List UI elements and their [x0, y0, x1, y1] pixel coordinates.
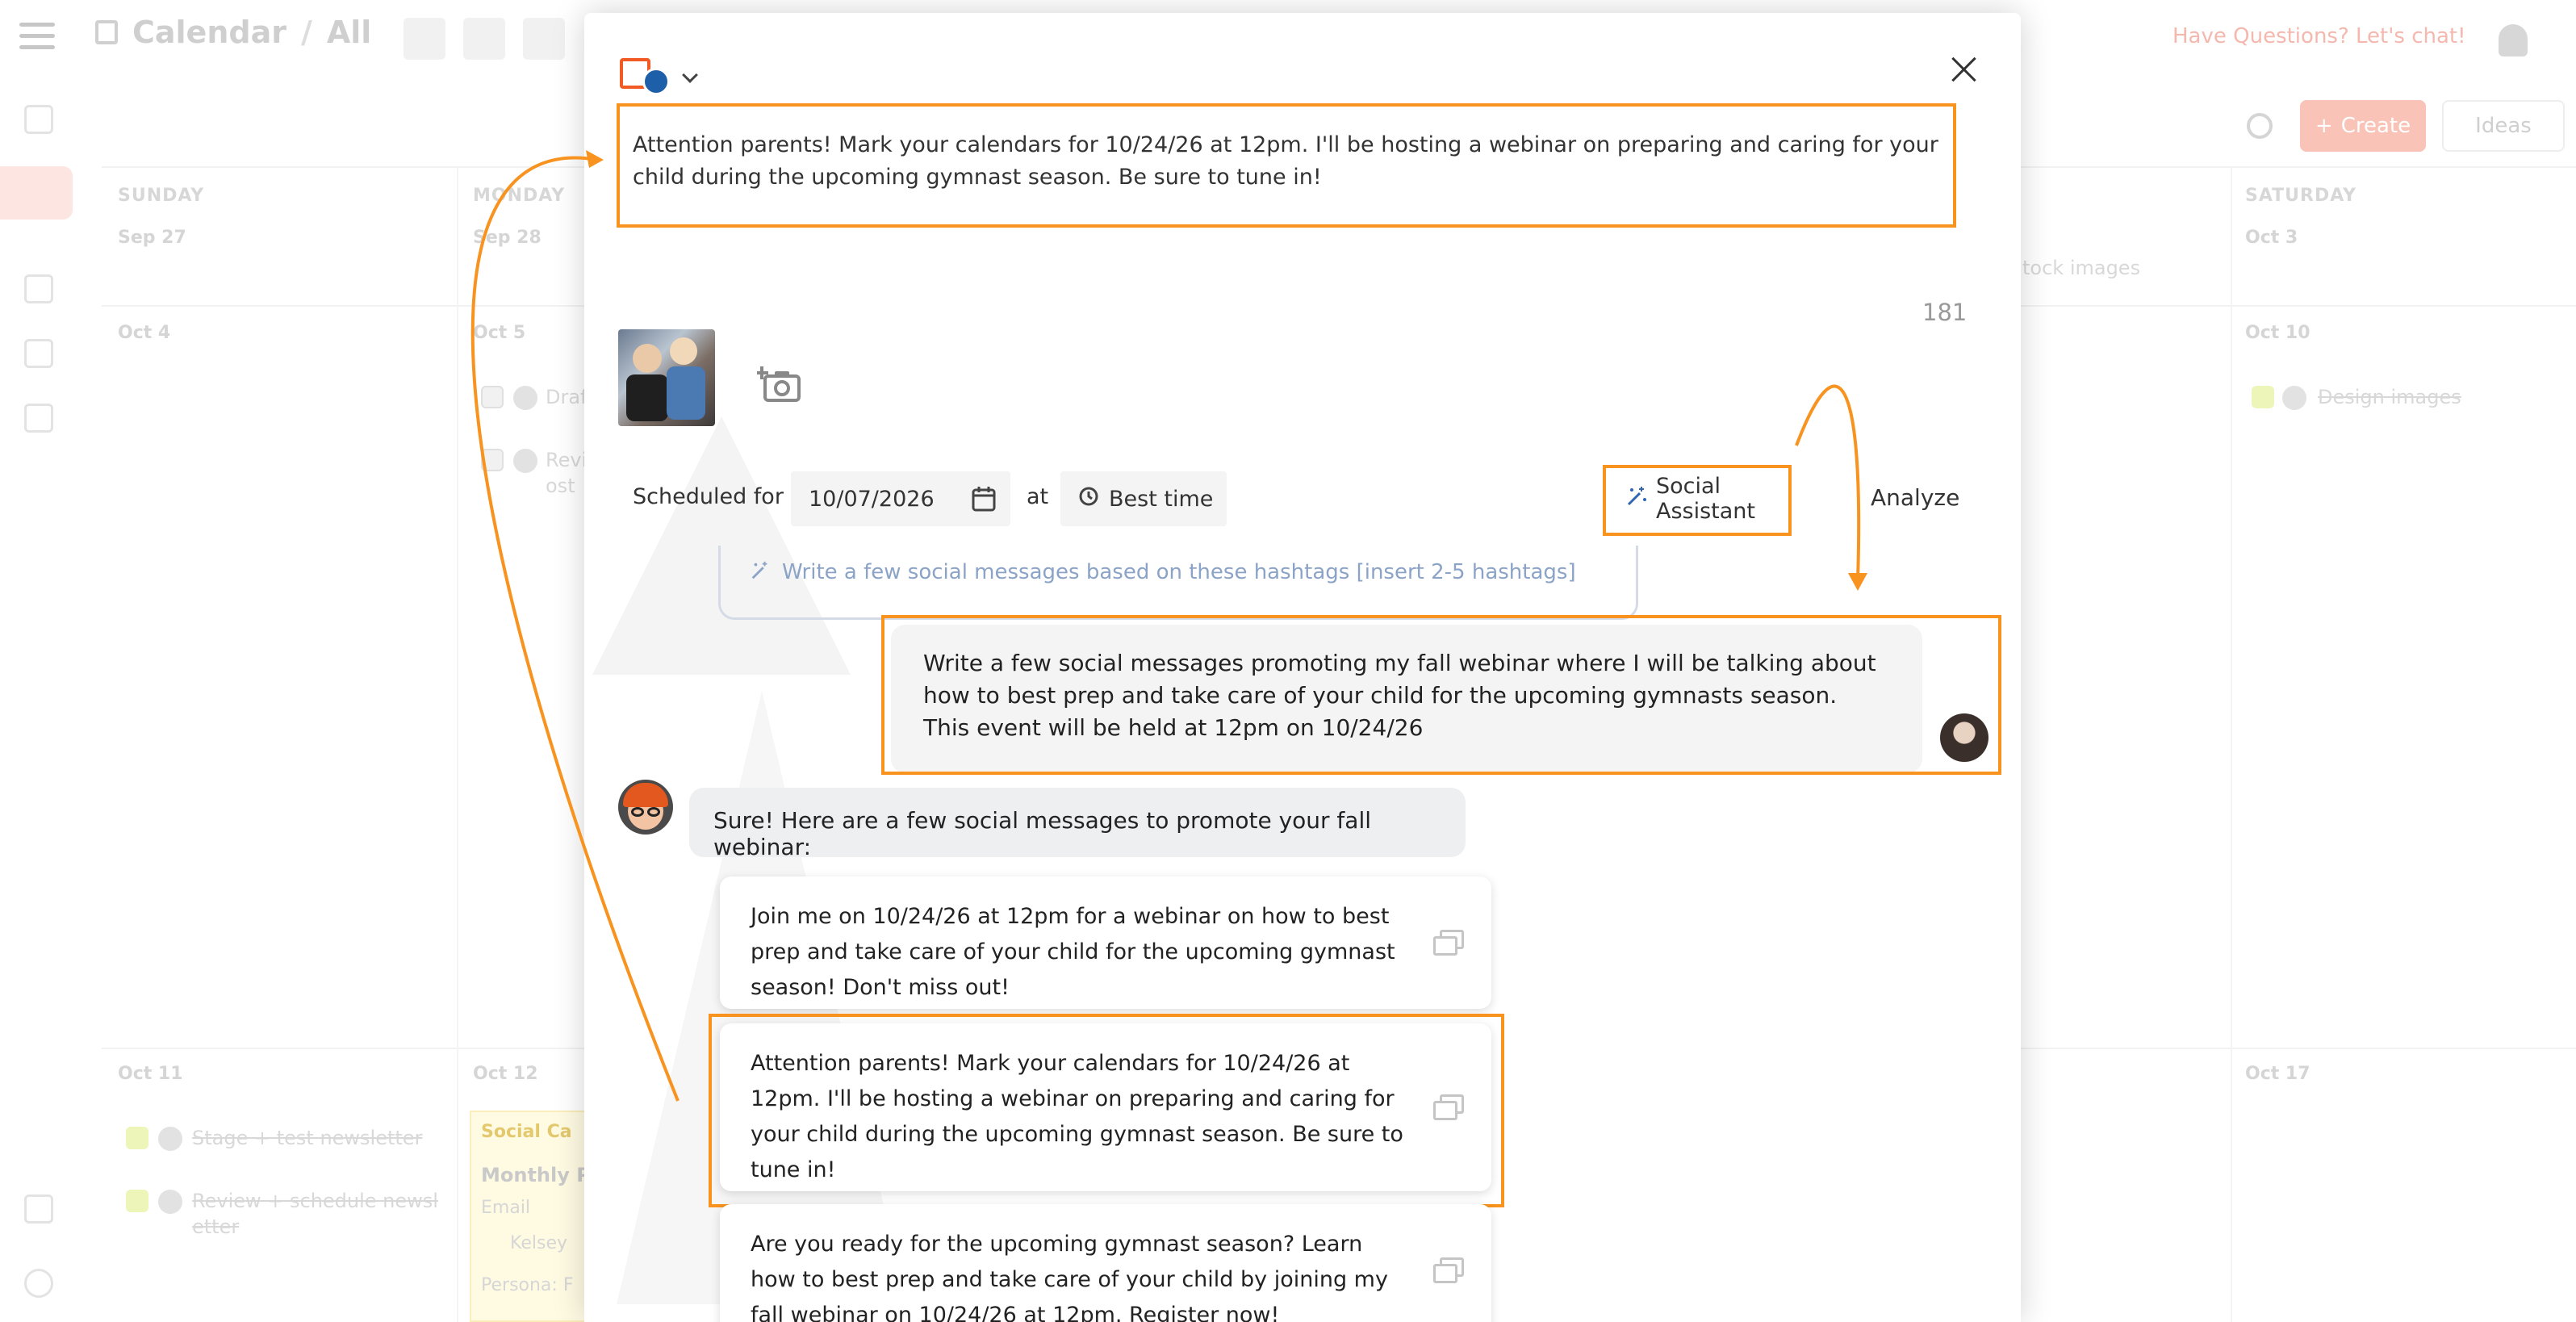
day-number: Oct 12 [473, 1064, 538, 1084]
task-checkbox[interactable] [481, 386, 504, 408]
card-persona: Persona: F [481, 1275, 574, 1295]
magic-wand-icon [750, 560, 771, 617]
ideas-label: Ideas [2475, 114, 2532, 138]
profile-logo-icon[interactable] [620, 47, 671, 98]
day-number: Oct 11 [118, 1064, 183, 1084]
attached-image[interactable] [618, 329, 715, 426]
task-checkbox[interactable] [2252, 386, 2274, 408]
create-label: Create [2340, 114, 2411, 138]
suggestion-text: Join me on 10/24/26 at 12pm for a webina… [751, 904, 1395, 1000]
help-icon[interactable] [24, 1269, 53, 1298]
time-select[interactable]: Best time [1060, 471, 1227, 526]
prompt-suggestion-text: Write a few social messages based on the… [782, 560, 1576, 584]
avatar [513, 449, 537, 473]
card-owner: Kelsey [510, 1233, 567, 1253]
scheduled-for-label: Scheduled for [633, 484, 784, 509]
sidebar-item-calendar[interactable] [0, 166, 73, 220]
card-title: Monthly P [481, 1164, 591, 1186]
calendar-title: Calendar [132, 15, 286, 50]
title-separator: / [300, 15, 312, 50]
page-title: Calendar / All [95, 15, 371, 50]
day-number: Oct 3 [2245, 228, 2298, 248]
avatar [158, 1127, 182, 1151]
settings-icon[interactable] [24, 1194, 53, 1224]
day-number: Sep 28 [473, 228, 542, 248]
day-header: SATURDAY [2245, 186, 2357, 206]
schedule-icon[interactable] [463, 18, 505, 60]
task-label[interactable]: Review + schedule newsl [192, 1190, 438, 1212]
highlight-box [881, 615, 2001, 775]
close-icon[interactable] [1948, 53, 1980, 86]
filter-select[interactable]: All [327, 15, 371, 50]
date-value: 10/07/2026 [809, 486, 935, 512]
copy-icon[interactable] [1433, 1257, 1466, 1285]
day-header: SUNDAY [118, 186, 205, 206]
card-label: Social Ca [481, 1122, 572, 1142]
help-chat-link[interactable]: Have Questions? Let's chat! [2172, 24, 2466, 48]
calendar-icon[interactable] [972, 486, 996, 512]
prompt-suggestion[interactable]: Write a few social messages based on the… [718, 546, 1638, 620]
task-label[interactable]: Stage + test newsletter [192, 1127, 422, 1149]
task-label[interactable]: Draf [546, 386, 588, 408]
task-label[interactable]: tock images [2022, 257, 2140, 279]
task-label[interactable]: Design images [2318, 386, 2461, 408]
card-channel: Email [481, 1198, 531, 1218]
share-icon[interactable] [523, 18, 565, 60]
task-checkbox[interactable] [481, 449, 504, 471]
calendar-icon [95, 20, 118, 44]
copy-icon[interactable] [1433, 930, 1466, 957]
task-label: ost [546, 475, 575, 497]
chevron-down-icon[interactable] [682, 67, 698, 83]
create-button[interactable]: + Create [2300, 100, 2426, 152]
highlight-box [1603, 465, 1792, 536]
filter-icon[interactable] [404, 18, 445, 60]
date-input[interactable]: 10/07/2026 [791, 471, 1010, 526]
day-number: Oct 5 [473, 323, 526, 343]
add-photo-icon[interactable] [755, 365, 802, 404]
suggestion-text: Are you ready for the upcoming gymnast s… [751, 1232, 1388, 1322]
clock-icon [1078, 486, 1099, 512]
analytics-icon[interactable] [24, 339, 53, 368]
character-count: 181 [1922, 299, 1968, 326]
shuffle-icon[interactable] [24, 274, 53, 303]
at-label: at [1027, 484, 1049, 509]
home-icon[interactable] [24, 105, 53, 134]
task-checkbox[interactable] [126, 1127, 148, 1149]
avatar [158, 1190, 182, 1214]
menu-icon[interactable] [19, 23, 55, 52]
suggestion-card[interactable]: Are you ready for the upcoming gymnast s… [720, 1204, 1491, 1322]
avatar [2282, 386, 2306, 410]
bell-icon[interactable] [2499, 24, 2528, 56]
task-label: etter [192, 1215, 240, 1238]
time-label: Best time [1109, 486, 1214, 512]
assistant-message: Sure! Here are a few social messages to … [689, 788, 1466, 860]
assistant-avatar [618, 780, 673, 835]
day-number: Oct 4 [118, 323, 171, 343]
calendar-card[interactable]: Social Ca Monthly P Email Kelsey Persona… [470, 1111, 591, 1322]
suggestion-card[interactable]: Join me on 10/24/26 at 12pm for a webina… [720, 876, 1491, 1009]
highlight-box [709, 1014, 1504, 1207]
day-number: Oct 10 [2245, 323, 2310, 343]
task-checkbox[interactable] [126, 1190, 148, 1212]
search-icon[interactable] [2247, 113, 2273, 139]
task-label[interactable]: Revi [546, 449, 587, 471]
sidebar [0, 97, 77, 1322]
toolbar-icons [404, 18, 565, 60]
day-number: Oct 17 [2245, 1064, 2310, 1084]
star-icon[interactable] [24, 404, 53, 433]
composer-modal: Attention parents! Mark your calendars f… [584, 13, 2021, 1322]
avatar [513, 386, 537, 410]
day-number: Sep 27 [118, 228, 186, 248]
day-header: MONDAY [473, 186, 566, 206]
ideas-button[interactable]: Ideas [2442, 100, 2565, 152]
highlight-box [617, 103, 1956, 228]
analyze-button[interactable]: Analyze [1871, 484, 1959, 511]
